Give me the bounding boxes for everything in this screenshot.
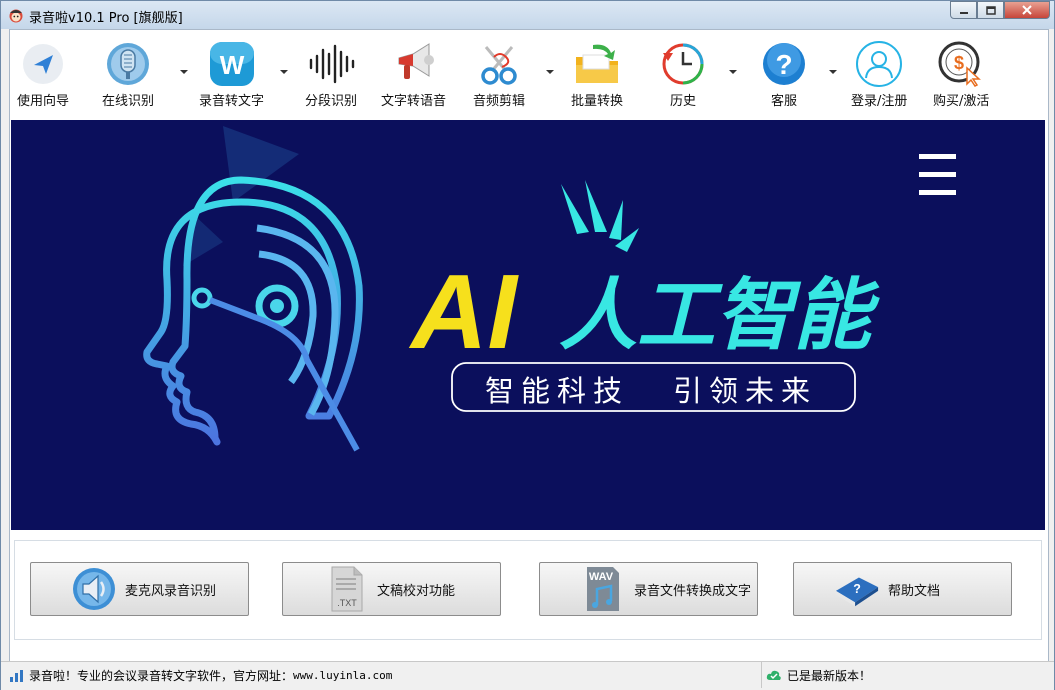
headline-rest: 人工智能 — [559, 271, 880, 361]
app-window: 录音啦v10.1 Pro [旗舰版] 使用向导 在线识别 W 录音转文字 分段识… — [0, 0, 1055, 690]
toolbar-history-label: 历史 — [669, 94, 696, 109]
toolbar: 使用向导 在线识别 W 录音转文字 分段识别 文字转语音 音频剪辑 批量转换 历… — [10, 30, 1048, 120]
app-logo-icon — [9, 9, 23, 23]
close-button[interactable] — [1004, 1, 1050, 19]
status-right: 已是最新版本！ — [761, 662, 871, 688]
svg-text:?: ? — [853, 582, 861, 596]
toolbar-audio-edit-label: 音频剪辑 — [473, 94, 526, 109]
toolbar-login-register[interactable]: 登录/注册 — [851, 40, 907, 109]
title-bar[interactable]: 录音啦v10.1 Pro [旗舰版] — [1, 1, 1054, 29]
microphone-icon — [104, 40, 152, 88]
toolbar-customer-service-dropdown[interactable] — [829, 70, 837, 74]
toolbar-buy-activate-label: 购买/激活 — [933, 94, 990, 109]
status-message: 录音啦！专业的会议录音转文字软件，官方网址： — [29, 669, 294, 683]
scissors-icon — [475, 40, 523, 88]
svg-text:$: $ — [954, 53, 964, 73]
svg-text:WAV: WAV — [589, 571, 614, 583]
svg-text:?: ? — [775, 49, 792, 80]
toolbar-segment-recognize-label: 分段识别 — [305, 94, 358, 109]
toolbar-text-to-speech[interactable]: 文字转语音 — [381, 40, 446, 109]
toolbar-login-register-label: 登录/注册 — [851, 94, 908, 109]
promo-banner: AI 人工智能 智能科技 引领未来 — [11, 120, 1045, 530]
mic-record-recognize-button[interactable]: 麦克风录音识别 — [30, 562, 249, 616]
dollar-coin-icon: $ — [937, 40, 985, 88]
user-icon — [855, 40, 903, 88]
history-clock-icon — [659, 40, 707, 88]
toolbar-guide-label: 使用向导 — [17, 94, 70, 109]
help-docs-button[interactable]: ? 帮助文档 — [793, 562, 1012, 616]
toolbar-online-recognize-label: 在线识别 — [102, 94, 155, 109]
main-content: 使用向导 在线识别 W 录音转文字 分段识别 文字转语音 音频剪辑 批量转换 历… — [9, 29, 1049, 663]
headline-ai: AI — [408, 253, 520, 371]
help-question-icon: ? — [760, 40, 808, 88]
toolbar-segment-recognize[interactable]: 分段识别 — [305, 40, 357, 109]
w-letter-icon: W — [208, 40, 256, 88]
toolbar-batch-convert-label: 批量转换 — [571, 94, 624, 109]
cloud-check-icon — [766, 670, 781, 680]
window-title: 录音啦v10.1 Pro [旗舰版] — [29, 11, 183, 26]
toolbar-history[interactable]: 历史 — [659, 40, 707, 109]
close-icon — [1022, 5, 1032, 15]
toolbar-buy-activate[interactable]: $ 购买/激活 — [933, 40, 989, 109]
toolbar-record-to-text[interactable]: W 录音转文字 — [199, 40, 264, 109]
folder-arrow-icon — [573, 40, 621, 88]
svg-text:W: W — [219, 50, 244, 80]
hamburger-menu-icon[interactable] — [919, 154, 956, 195]
status-url[interactable]: www.luyinla.com — [293, 669, 392, 682]
audio-file-to-text-button[interactable]: WAV 录音文件转换成文字 — [539, 562, 758, 616]
version-status: 已是最新版本！ — [787, 668, 872, 683]
subtitle-left: 智能科技 — [485, 374, 629, 408]
window-controls — [950, 1, 1050, 19]
help-book-icon: ? — [834, 566, 880, 612]
toolbar-customer-service[interactable]: ? 客服 — [760, 40, 808, 109]
toolbar-online-recognize[interactable]: 在线识别 — [102, 40, 154, 109]
subtitle-right: 引领未来 — [673, 374, 817, 408]
megaphone-icon — [390, 40, 438, 88]
toolbar-history-dropdown[interactable] — [729, 70, 737, 74]
toolbar-online-recognize-dropdown[interactable] — [180, 70, 188, 74]
audio-file-to-text-label: 录音文件转换成文字 — [634, 583, 752, 599]
toolbar-guide[interactable]: 使用向导 — [17, 40, 69, 109]
quick-actions-panel: 麦克风录音识别 .TXT 文稿校对功能 WAV 录音文件转换成文字 ? 帮助文档 — [14, 540, 1042, 640]
minimize-button[interactable] — [950, 1, 977, 19]
maximize-icon — [985, 5, 996, 15]
status-left: 录音啦！专业的会议录音转文字软件，官方网址： www.luyinla.com — [9, 667, 392, 684]
txt-file-icon: .TXT — [323, 566, 369, 612]
waveform-icon — [307, 40, 355, 88]
proofread-label: 文稿校对功能 — [377, 583, 456, 599]
signal-bars-icon — [10, 669, 23, 682]
navigation-arrow-icon — [19, 40, 67, 88]
ai-banner-art: AI 人工智能 智能科技 引领未来 — [143, 126, 956, 452]
proofread-button[interactable]: .TXT 文稿校对功能 — [282, 562, 501, 616]
toolbar-customer-service-label: 客服 — [770, 94, 797, 109]
toolbar-audio-edit[interactable]: 音频剪辑 — [473, 40, 525, 109]
toolbar-audio-edit-dropdown[interactable] — [546, 70, 554, 74]
maximize-button[interactable] — [977, 1, 1004, 19]
svg-text:.TXT: .TXT — [337, 598, 357, 608]
help-docs-label: 帮助文档 — [888, 583, 941, 599]
status-bar: 录音啦！专业的会议录音转文字软件，官方网址： www.luyinla.com 已… — [1, 661, 1054, 690]
toolbar-record-to-text-dropdown[interactable] — [280, 70, 288, 74]
toolbar-record-to-text-label: 录音转文字 — [199, 94, 265, 109]
wav-file-icon: WAV — [580, 566, 626, 612]
toolbar-text-to-speech-label: 文字转语音 — [381, 94, 447, 109]
mic-record-recognize-label: 麦克风录音识别 — [125, 583, 217, 599]
toolbar-batch-convert[interactable]: 批量转换 — [571, 40, 623, 109]
minimize-icon — [959, 12, 968, 14]
speaker-icon — [71, 566, 117, 612]
